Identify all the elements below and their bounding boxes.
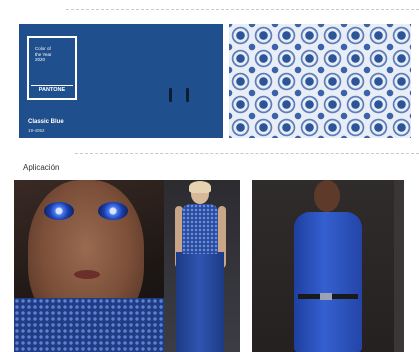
swatch-line-3: 2020 [35, 57, 46, 62]
runway-skirt [176, 252, 224, 352]
color-code: 19-4052 [28, 128, 45, 133]
makeup-face-photo [14, 180, 164, 352]
section-label: Aplicación [23, 163, 60, 172]
lips [74, 270, 100, 279]
figure-silhouette-right [186, 88, 189, 102]
color-name: Classic Blue [28, 119, 64, 125]
runway-bodice [182, 204, 218, 254]
beaded-collar [14, 298, 164, 352]
left-eye-makeup [44, 202, 74, 220]
belt-buckle [320, 293, 332, 300]
top-divider [66, 9, 419, 10]
runway-hair [189, 181, 211, 193]
pantone-card: Color of the Year 2020 PANTONE Classic B… [19, 24, 223, 138]
model-outfit [294, 212, 362, 352]
blue-tile-pattern-image [229, 24, 411, 138]
photo-edge-shadow [394, 180, 404, 352]
right-eye-makeup [98, 202, 128, 220]
figure-silhouette-left [169, 88, 172, 102]
pantone-swatch: Color of the Year 2020 PANTONE [27, 36, 77, 100]
model-head [314, 180, 340, 212]
pantone-brand: PANTONE [31, 85, 73, 94]
blue-outfit-model-photo [252, 180, 404, 352]
runway-dress-photo [164, 180, 240, 352]
middle-divider [75, 153, 419, 154]
